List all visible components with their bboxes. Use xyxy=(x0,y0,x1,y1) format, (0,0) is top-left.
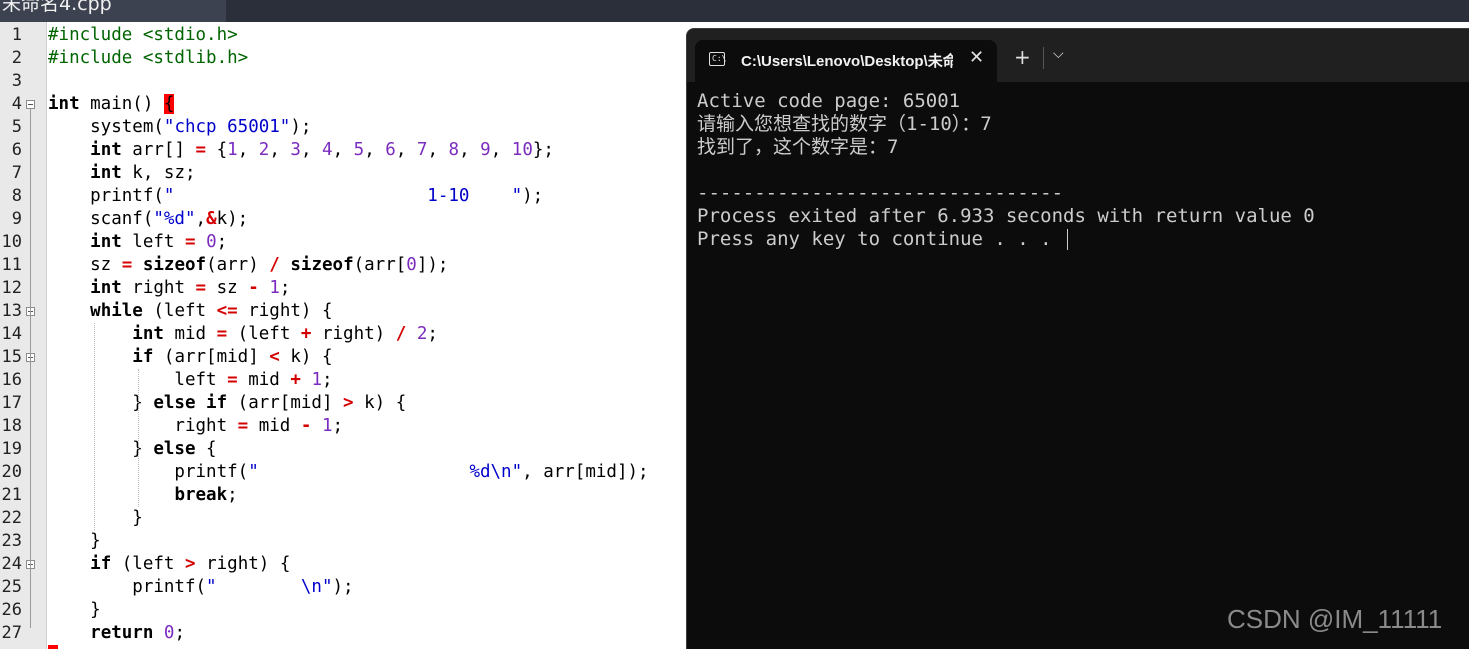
console-output-line: 请输入您想查找的数字（1-10）：7 xyxy=(697,113,992,135)
line-number: 25 xyxy=(1,577,22,597)
indent-guide xyxy=(94,323,96,530)
line-number: 18 xyxy=(1,416,22,436)
code-line[interactable]: int left = 0; xyxy=(48,231,227,254)
console-tab-title: C:\Users\Lenovo\Desktop\未命名4.exe xyxy=(741,53,953,70)
line-number: 1 xyxy=(11,25,22,45)
fold-guide xyxy=(30,569,31,605)
code-line[interactable]: break; xyxy=(48,484,237,507)
code-line[interactable]: printf(" \n"); xyxy=(48,576,353,599)
code-editor[interactable]: #include <stdio.h> #include <stdlib.h> int… xyxy=(48,22,688,649)
line-number: 2 xyxy=(11,48,22,68)
line-number: 17 xyxy=(1,393,22,413)
code-line[interactable]: int right = sz - 1; xyxy=(48,277,290,300)
code-line[interactable]: int k, sz; xyxy=(48,162,195,185)
code-line[interactable]: while (left <= right) { xyxy=(48,300,332,323)
code-line[interactable]: if (left > right) { xyxy=(48,553,290,576)
line-number: 19 xyxy=(1,439,22,459)
console-tab-strip: C:\ C:\Users\Lenovo\Desktop\未命名4.exe ✕ +… xyxy=(687,29,1469,82)
line-number: 26 xyxy=(1,600,22,620)
code-line[interactable]: if (arr[mid] < k) { xyxy=(48,346,332,369)
line-number: 8 xyxy=(11,186,22,206)
code-line[interactable]: } else if (arr[mid] > k) { xyxy=(48,392,406,415)
line-number: 5 xyxy=(11,117,22,137)
line-number: 14 xyxy=(1,324,22,344)
line-number-gutter: 1 2 3 4 5 6 7 8 9 10 11 12 13 14 15 16 17 18 19 20 21 22 23 24 2… xyxy=(0,22,47,649)
close-icon[interactable]: ✕ xyxy=(969,47,984,68)
line-number: 22 xyxy=(1,508,22,528)
console-output-line: Active code page: 65001 xyxy=(697,90,961,112)
line-number: 9 xyxy=(11,209,22,229)
indent-guide xyxy=(138,369,140,507)
line-number: 23 xyxy=(1,531,22,551)
code-line[interactable]: printf(" 1-10 "); xyxy=(48,185,543,208)
code-line[interactable]: #include <stdlib.h> xyxy=(48,47,248,70)
line-number: 11 xyxy=(1,255,22,275)
code-line[interactable]: return 0; xyxy=(48,622,185,645)
console-output-line: Process exited after 6.933 seconds with … xyxy=(697,205,1315,227)
fold-guide xyxy=(30,362,31,513)
code-line[interactable]: sz = sizeof(arr) / sizeof(arr[0]); xyxy=(48,254,448,277)
tab-divider xyxy=(1043,47,1044,69)
new-tab-button[interactable]: + xyxy=(1014,45,1031,69)
line-number: 6 xyxy=(11,140,22,160)
editor-tab-bar: 未命名4.cpp xyxy=(0,0,1469,22)
code-line[interactable]: } else { xyxy=(48,438,216,461)
console-output-line: -------------------------------- xyxy=(697,182,1064,204)
line-number: 21 xyxy=(1,485,22,505)
code-line[interactable]: left = mid + 1; xyxy=(48,369,332,392)
text-cursor xyxy=(1067,229,1069,250)
console-tab[interactable]: C:\ C:\Users\Lenovo\Desktop\未命名4.exe ✕ xyxy=(695,40,997,82)
line-number: 10 xyxy=(1,232,22,252)
line-number: 3 xyxy=(11,71,22,91)
line-number: 24 xyxy=(1,554,22,574)
console-window[interactable]: C:\ C:\Users\Lenovo\Desktop\未命名4.exe ✕ +… xyxy=(686,28,1469,649)
watermark: CSDN @IM_11111 xyxy=(1227,604,1443,634)
code-line[interactable]: } xyxy=(48,599,101,622)
line-number: 16 xyxy=(1,370,22,390)
line-number: 7 xyxy=(11,163,22,183)
terminal-icon: C:\ xyxy=(709,52,726,66)
code-line[interactable]: scanf("%d",&k); xyxy=(48,208,248,231)
console-output[interactable]: Active code page: 65001 请输入您想查找的数字（1-10）：… xyxy=(687,82,1469,649)
line-number: 27 xyxy=(1,623,22,643)
console-output-line: 找到了，这个数字是：7 xyxy=(697,136,899,158)
error-marker xyxy=(48,645,58,649)
code-line[interactable]: } xyxy=(48,530,101,553)
line-number: 15 xyxy=(1,347,22,367)
console-output-line: Press any key to continue . . . xyxy=(697,228,1069,251)
code-line[interactable]: system("chcp 65001"); xyxy=(48,116,311,139)
code-line[interactable]: right = mid - 1; xyxy=(48,415,343,438)
line-number: 12 xyxy=(1,278,22,298)
code-line[interactable]: #include <stdio.h> xyxy=(48,24,238,47)
line-number: 13 xyxy=(1,301,22,321)
code-line[interactable]: int main() { xyxy=(48,93,175,116)
chevron-down-icon[interactable]: ⌵ xyxy=(1053,46,1064,62)
code-line[interactable]: int arr[] = {1, 2, 3, 4, 5, 6, 7, 8, 9, … xyxy=(48,139,554,162)
line-number: 20 xyxy=(1,462,22,482)
code-line[interactable]: int mid = (left + right) / 2; xyxy=(48,323,438,346)
line-number: 4 xyxy=(11,94,22,114)
fold-toggle-icon[interactable] xyxy=(26,100,35,109)
file-tab[interactable]: 未命名4.cpp xyxy=(0,0,226,22)
